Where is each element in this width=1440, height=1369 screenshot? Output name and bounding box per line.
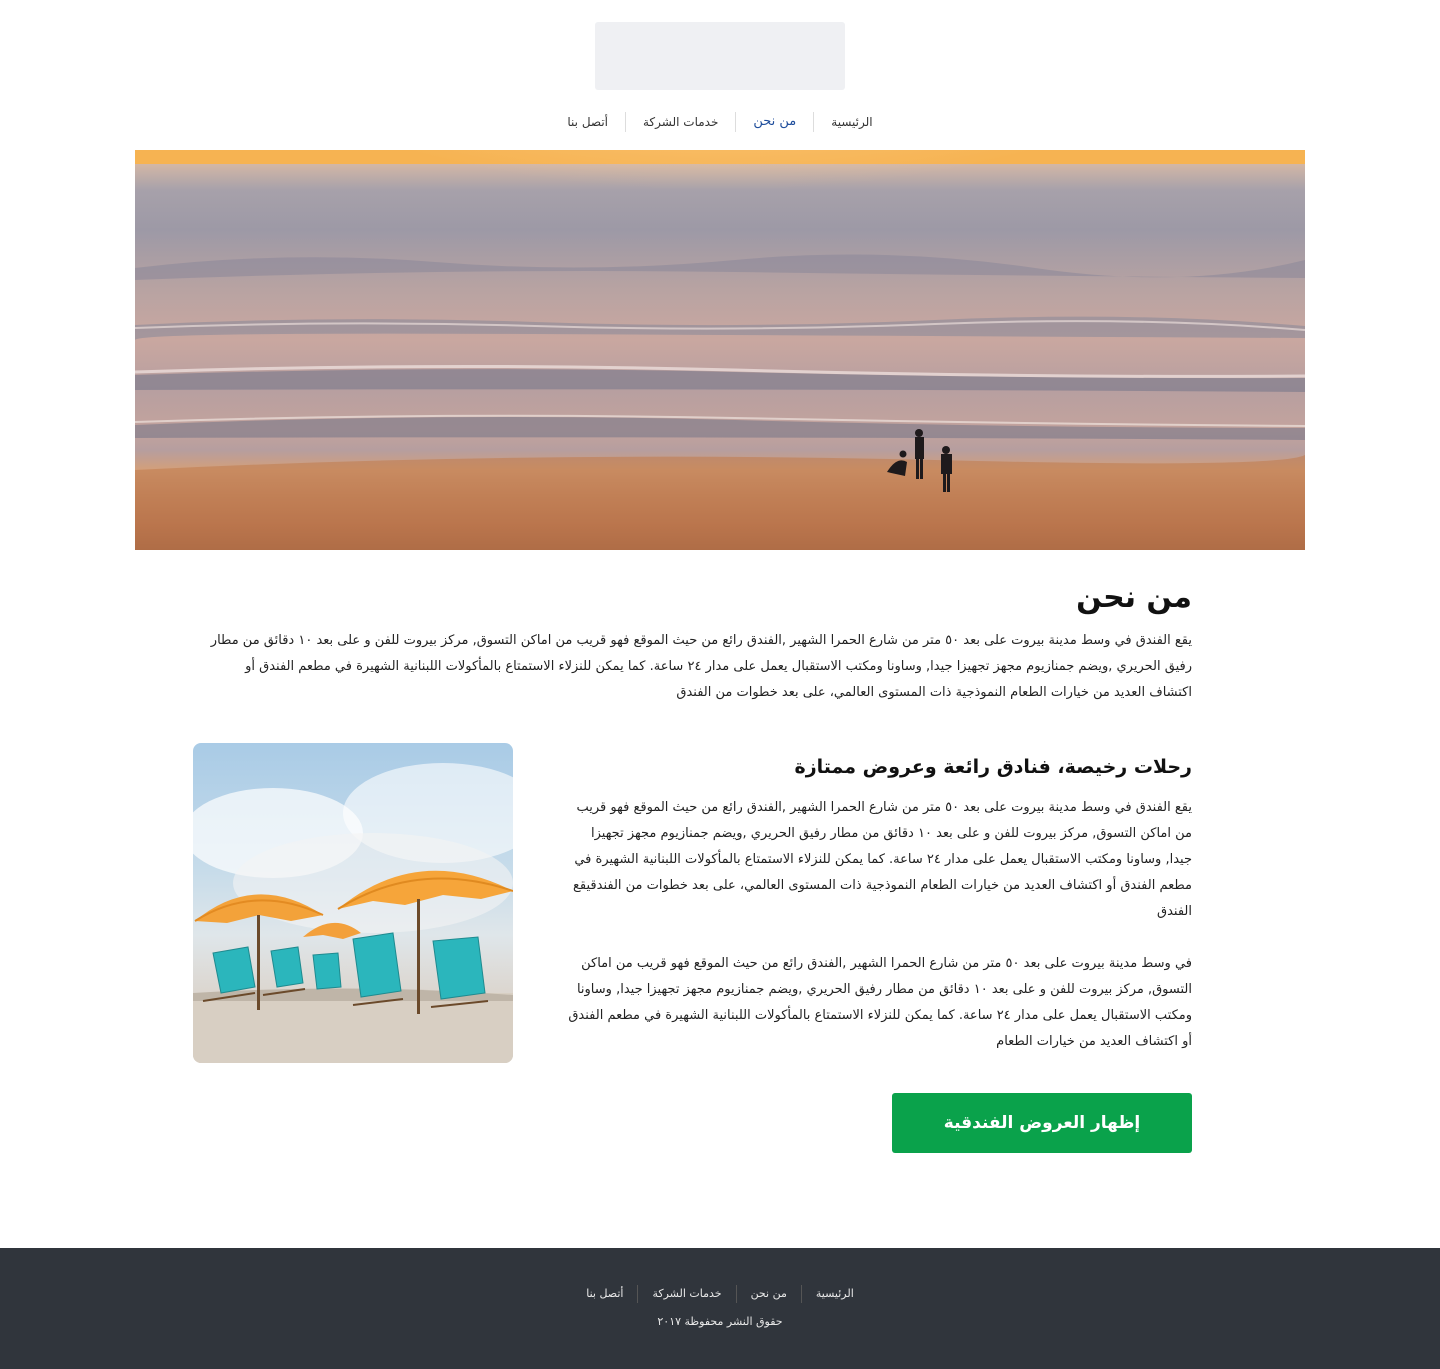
section-paragraph-1: يقع الفندق في وسط مدينة بيروت على بعد ٥٠… bbox=[573, 800, 1192, 919]
nav-item-services[interactable]: خدمات الشركة bbox=[625, 112, 735, 132]
page-title: من نحن bbox=[1076, 580, 1192, 615]
main-nav: الرئيسية من نحن خدمات الشركة أتصل بنا bbox=[0, 109, 1440, 135]
nav-item-contact[interactable]: أتصل بنا bbox=[550, 112, 625, 132]
site-footer: الرئيسية من نحن خدمات الشركة أتصل بنا حق… bbox=[0, 1248, 1440, 1369]
footer-nav-item-contact[interactable]: أتصل بنا bbox=[572, 1285, 637, 1303]
footer-nav-item-home[interactable]: الرئيسية bbox=[800, 1285, 868, 1303]
hero-beach-sunset-image bbox=[135, 150, 1305, 550]
intro-paragraph: يقع الفندق في وسط مدينة بيروت على بعد ٥٠… bbox=[210, 633, 1192, 700]
footer-nav-item-about[interactable]: من نحن bbox=[735, 1285, 801, 1303]
section-title: رحلات رخيصة، فنادق رائعة وعروض ممتازة bbox=[794, 756, 1193, 778]
nav-item-home[interactable]: الرئيسية bbox=[813, 112, 889, 132]
show-hotel-offers-button[interactable]: إظهار العروض الفندقية bbox=[892, 1093, 1192, 1153]
section-paragraph-2: في وسط مدينة بيروت على بعد ٥٠ متر من شار… bbox=[568, 956, 1192, 1049]
beach-umbrellas-illustration bbox=[193, 763, 513, 1063]
footer-nav: الرئيسية من نحن خدمات الشركة أتصل بنا bbox=[0, 1285, 1440, 1303]
hero-illustration bbox=[135, 150, 1305, 550]
footer-nav-item-services[interactable]: خدمات الشركة bbox=[637, 1285, 735, 1303]
copyright-text: حقوق النشر محفوظة ٢٠١٧ bbox=[657, 1315, 783, 1328]
nav-item-about[interactable]: من نحن bbox=[735, 112, 813, 132]
beach-umbrellas-image bbox=[193, 743, 513, 1063]
site-logo-placeholder[interactable] bbox=[595, 22, 845, 90]
